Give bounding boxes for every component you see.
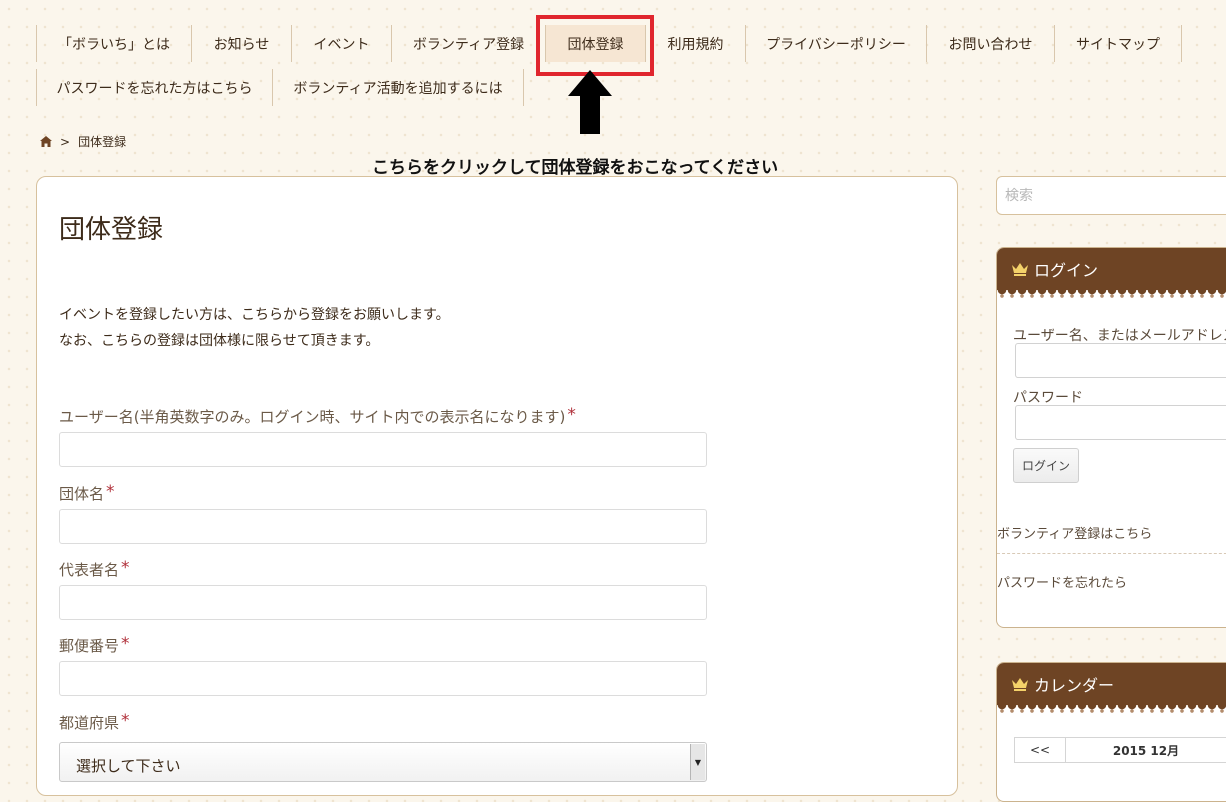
instruction-annotation: こちらをクリックして団体登録をおこなってください [372, 153, 778, 178]
representative-input[interactable] [59, 585, 707, 620]
login-username-label: ユーザー名、またはメールアドレス [1013, 325, 1226, 345]
registration-panel: 団体登録 イベントを登録したい方は、こちらから登録をお願いします。 なお、こちら… [36, 176, 958, 796]
username-input[interactable] [59, 432, 707, 467]
intro-text: イベントを登録したい方は、こちらから登録をお願いします。 なお、こちらの登録は団… [59, 302, 450, 354]
home-icon[interactable] [40, 136, 52, 147]
nav-item-r1-7[interactable]: プライバシーポリシー [745, 25, 926, 62]
up-arrow-icon [568, 70, 612, 134]
calendar-widget-header: カレンダー [997, 663, 1226, 705]
nav-item-r1-8[interactable]: お問い合わせ [926, 25, 1054, 62]
required-mark: * [121, 711, 130, 731]
group-name-label: 団体名* [59, 482, 115, 504]
lace-border [997, 290, 1226, 300]
nav-item-r2-2[interactable]: ボランティア活動を追加するには [272, 69, 524, 106]
username-label: ユーザー名(半角英数字のみ。ログイン時、サイト内での表示名になります)* [59, 405, 576, 427]
group-name-input[interactable] [59, 509, 707, 544]
breadcrumb-separator: > [60, 135, 70, 149]
postal-code-label: 郵便番号* [59, 634, 130, 656]
intro-line-2: なお、こちらの登録は団体様に限らせて頂きます。 [59, 328, 450, 354]
nav-item-r1-3[interactable]: イベント [291, 25, 391, 62]
calendar-widget-title: カレンダー [1034, 672, 1114, 696]
intro-line-1: イベントを登録したい方は、こちらから登録をお願いします。 [59, 302, 450, 328]
prefecture-select[interactable]: 選択して下さい ▼ [59, 742, 707, 782]
nav-row-1: 「ボラいち」とはお知らせイベントボランティア登録団体登録利用規約プライバシーポリ… [36, 25, 1196, 64]
login-widget-header: ログイン [997, 248, 1226, 290]
required-mark: * [121, 558, 130, 578]
calendar-table: << 2015 12月 [1014, 737, 1226, 763]
prefecture-label: 都道府県* [59, 711, 130, 733]
login-widget: ログイン ユーザー名、またはメールアドレス パスワード ログイン ボランティア登… [996, 247, 1226, 628]
nav-item-r1-5[interactable]: 団体登録 [545, 25, 645, 62]
login-username-input[interactable] [1015, 343, 1226, 378]
nav-item-r1-9[interactable]: サイトマップ [1054, 25, 1182, 62]
crown-icon [1012, 263, 1028, 276]
lace-border [997, 705, 1226, 715]
nav-item-r1-6[interactable]: 利用規約 [645, 25, 745, 62]
required-mark: * [567, 405, 576, 425]
main-nav: 「ボラいち」とはお知らせイベントボランティア登録団体登録利用規約プライバシーポリ… [36, 25, 1196, 113]
calendar-widget: カレンダー << 2015 12月 [996, 662, 1226, 802]
calendar-prev-link[interactable]: << [1015, 738, 1066, 763]
login-password-label: パスワード [1013, 387, 1083, 407]
login-password-input[interactable] [1015, 405, 1226, 440]
required-mark: * [106, 482, 115, 502]
nav-item-r1-2[interactable]: お知らせ [191, 25, 291, 62]
forgot-password-link[interactable]: パスワードを忘れたら [997, 572, 1127, 591]
nav-row-2: パスワードを忘れた方はこちらボランティア活動を追加するには [36, 69, 1196, 108]
search-input[interactable] [996, 176, 1226, 215]
page-title: 団体登録 [59, 209, 163, 246]
chevron-down-icon[interactable]: ▼ [690, 744, 705, 780]
postal-code-input[interactable] [59, 661, 707, 696]
breadcrumb-current: 団体登録 [78, 133, 126, 150]
login-button[interactable]: ログイン [1013, 448, 1079, 483]
divider [997, 553, 1226, 554]
breadcrumb: > 団体登録 [40, 133, 126, 150]
required-mark: * [121, 634, 130, 654]
prefecture-selected-value: 選択して下さい [76, 757, 181, 775]
calendar-month: 2015 12月 [1066, 738, 1226, 763]
nav-item-r1-1[interactable]: 「ボラいち」とは [36, 25, 191, 62]
nav-item-r2-1[interactable]: パスワードを忘れた方はこちら [36, 69, 272, 106]
nav-item-r1-4[interactable]: ボランティア登録 [391, 25, 545, 62]
login-widget-title: ログイン [1034, 257, 1098, 281]
representative-label: 代表者名* [59, 558, 130, 580]
crown-icon [1012, 678, 1028, 691]
volunteer-register-link[interactable]: ボランティア登録はこちら [997, 523, 1152, 542]
